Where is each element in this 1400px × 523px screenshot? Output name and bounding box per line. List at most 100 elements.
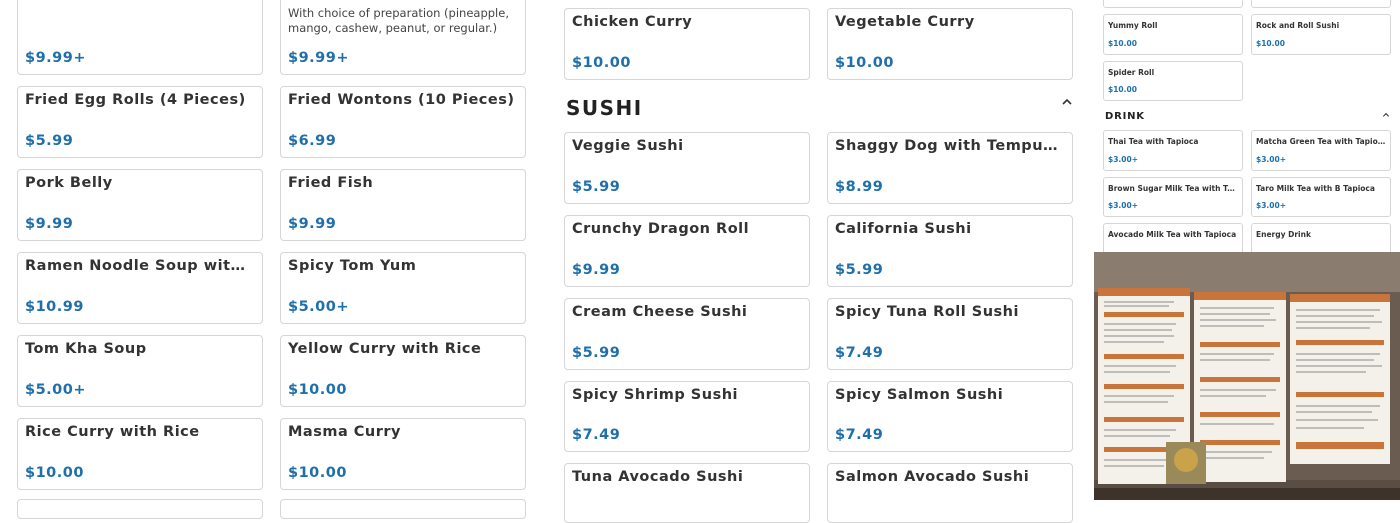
menu-item-price: $9.99 [288, 216, 337, 232]
menu-item-card[interactable]: Fried Wontons (10 Pieces) $6.99 [280, 86, 526, 158]
menu-item-name: Ramen Noodle Soup with Pork Belly [25, 258, 252, 274]
menu-item-card[interactable]: Chicken Curry $10.00 [564, 8, 810, 80]
menu-item-card[interactable]: Masma Curry $10.00 [280, 418, 526, 490]
section-title-drink: DRINK [1105, 111, 1145, 122]
mini-menu-item-name: Yummy Roll [1108, 21, 1158, 30]
menu-item-name: California Sushi [835, 221, 972, 237]
menu-item-name: Pork Belly [25, 175, 113, 191]
menu-item-card[interactable]: Yellow Curry with Rice $10.00 [280, 335, 526, 407]
menu-item-card[interactable]: Shaggy Dog with Tempura Shrimp $8.99 [827, 132, 1073, 204]
menu-item-name: Fried Wontons (10 Pieces) [288, 92, 515, 108]
menu-item-price: $5.00+ [288, 299, 350, 315]
menu-item-card[interactable]: Tuna Avocado Sushi [564, 463, 810, 523]
mini-menu-item-card[interactable]: Matcha Green Tea with Tapioca $3.00+ [1251, 130, 1391, 171]
menu-item-card[interactable]: Pork Belly $9.99 [17, 169, 263, 241]
mini-card-partial[interactable] [1251, 0, 1391, 8]
menu-item-price: $5.99 [835, 262, 884, 278]
menu-item-name: Vegetable Curry [835, 14, 975, 30]
menu-item-name: Spicy Shrimp Sushi [572, 387, 739, 403]
menu-item-name: Masma Curry [288, 424, 402, 440]
menu-item-card[interactable]: Fried Fish $9.99 [280, 169, 526, 241]
menu-item-price: $6.99 [288, 133, 337, 149]
menu-item-card[interactable]: Crunchy Dragon Roll $9.99 [564, 215, 810, 287]
chevron-up-icon[interactable] [1061, 96, 1073, 111]
menu-item-card[interactable]: Fried Egg Rolls (4 Pieces) $5.99 [17, 86, 263, 158]
menu-item-description: With choice of preparation (pineapple, m… [288, 6, 509, 35]
menu-item-card[interactable]: Salmon Avocado Sushi [827, 463, 1073, 523]
mini-menu-item-card[interactable]: Taro Milk Tea with B Tapioca $3.00+ [1251, 177, 1391, 217]
menu-item-name: Tuna Avocado Sushi [572, 469, 744, 485]
mini-card-partial[interactable] [1103, 0, 1243, 8]
menu-item-price: $9.99+ [288, 50, 350, 66]
mini-menu-item-price: $3.00+ [1256, 155, 1287, 164]
menu-item-card[interactable]: Spicy Shrimp Sushi $7.49 [564, 381, 810, 452]
menu-item-card[interactable] [17, 499, 263, 519]
menu-item-card[interactable]: Cream Cheese Sushi $5.99 [564, 298, 810, 370]
menu-item-card[interactable]: California Sushi $5.99 [827, 215, 1073, 287]
menu-item-price: $7.49 [835, 345, 884, 361]
menu-item-card[interactable]: Tom Kha Soup $5.00+ [17, 335, 263, 407]
menu-item-price: $10.00 [25, 465, 84, 481]
mini-menu-item-name: Rock and Roll Sushi [1256, 21, 1340, 30]
mini-menu-item-card[interactable]: Yummy Roll $10.00 [1103, 14, 1243, 55]
menu-item-price: $10.99 [25, 299, 84, 315]
section-title-sushi: SUSHI [566, 96, 643, 120]
mini-menu-item-name: Brown Sugar Milk Tea with Tapioca [1108, 184, 1238, 193]
menu-item-price: $10.00 [288, 465, 347, 481]
menu-item-price: $8.99 [835, 179, 884, 195]
menu-item-name: Veggie Sushi [572, 138, 684, 154]
mini-menu-item-name: Spider Roll [1108, 68, 1155, 77]
menu-item-name: Shaggy Dog with Tempura Shrimp [835, 138, 1062, 154]
menu-item-card[interactable]: Rice Curry with Rice $10.00 [17, 418, 263, 490]
menu-item-price: $10.00 [288, 382, 347, 398]
menu-item-name: Yellow Curry with Rice [288, 341, 482, 357]
menu-item-price: $9.99 [572, 262, 621, 278]
menu-item-card[interactable]: Spicy Tom Yum $5.00+ [280, 252, 526, 324]
menu-item-name: Crunchy Dragon Roll [572, 221, 750, 237]
menu-item-name: Fried Fish [288, 175, 374, 191]
menu-item-name: Cream Cheese Sushi [572, 304, 748, 320]
menu-item-name: Salmon Avocado Sushi [835, 469, 1030, 485]
menu-item-card[interactable]: Spicy Tuna Roll Sushi $7.49 [827, 298, 1073, 370]
mini-menu-item-name: Taro Milk Tea with B Tapioca [1256, 184, 1375, 193]
menu-item-price: $5.99 [25, 133, 74, 149]
mini-menu-item-price: $10.00 [1256, 39, 1285, 48]
menu-item-name: Chicken Curry [572, 14, 693, 30]
mini-menu-item-card[interactable]: Thai Tea with Tapioca $3.00+ [1103, 130, 1243, 171]
mini-menu-item-name: Avocado Milk Tea with Tapioca [1108, 230, 1237, 239]
menu-item-card[interactable]: $9.99+ [17, 0, 263, 75]
mini-menu-item-name: Matcha Green Tea with Tapioca [1256, 137, 1386, 146]
menu-item-card[interactable]: Spicy Salmon Sushi $7.49 [827, 381, 1073, 452]
chevron-up-icon[interactable] [1382, 108, 1390, 122]
menu-item-price: $5.99 [572, 179, 621, 195]
menu-item-name: Rice Curry with Rice [25, 424, 200, 440]
menu-item-card[interactable]: With choice of preparation (pineapple, m… [280, 0, 526, 75]
mini-menu-item-card[interactable]: Rock and Roll Sushi $10.00 [1251, 14, 1391, 55]
mini-menu-item-price: $3.00+ [1108, 155, 1139, 164]
mini-menu-item-price: $3.00+ [1108, 201, 1139, 210]
menu-item-price: $10.00 [835, 55, 894, 71]
menu-item-price: $7.49 [835, 427, 884, 443]
mini-menu-item-price: $10.00 [1108, 39, 1137, 48]
menu-item-card[interactable] [280, 499, 526, 519]
mini-menu-item-name: Energy Drink [1256, 230, 1311, 239]
restaurant-menu-board-photo [1094, 252, 1400, 500]
menu-item-price: $7.49 [572, 427, 621, 443]
mini-menu-item-card[interactable]: Spider Roll $10.00 [1103, 61, 1243, 101]
menu-item-price: $9.99+ [25, 50, 87, 66]
menu-item-card[interactable]: Vegetable Curry $10.00 [827, 8, 1073, 80]
mini-menu-item-price: $3.00+ [1256, 201, 1287, 210]
menu-item-name: Tom Kha Soup [25, 341, 147, 357]
menu-item-name: Spicy Salmon Sushi [835, 387, 1004, 403]
mini-menu-item-price: $10.00 [1108, 85, 1137, 94]
menu-item-price: $9.99 [25, 216, 74, 232]
menu-item-card[interactable]: Veggie Sushi $5.99 [564, 132, 810, 204]
menu-item-price: $5.00+ [25, 382, 87, 398]
mini-menu-item-name: Thai Tea with Tapioca [1108, 137, 1199, 146]
menu-item-card[interactable]: Ramen Noodle Soup with Pork Belly $10.99 [17, 252, 263, 324]
menu-item-price: $10.00 [572, 55, 631, 71]
menu-item-name: Spicy Tom Yum [288, 258, 417, 274]
menu-item-name: Fried Egg Rolls (4 Pieces) [25, 92, 246, 108]
mini-menu-item-card[interactable]: Brown Sugar Milk Tea with Tapioca $3.00+ [1103, 177, 1243, 217]
menu-item-name: Spicy Tuna Roll Sushi [835, 304, 1019, 320]
